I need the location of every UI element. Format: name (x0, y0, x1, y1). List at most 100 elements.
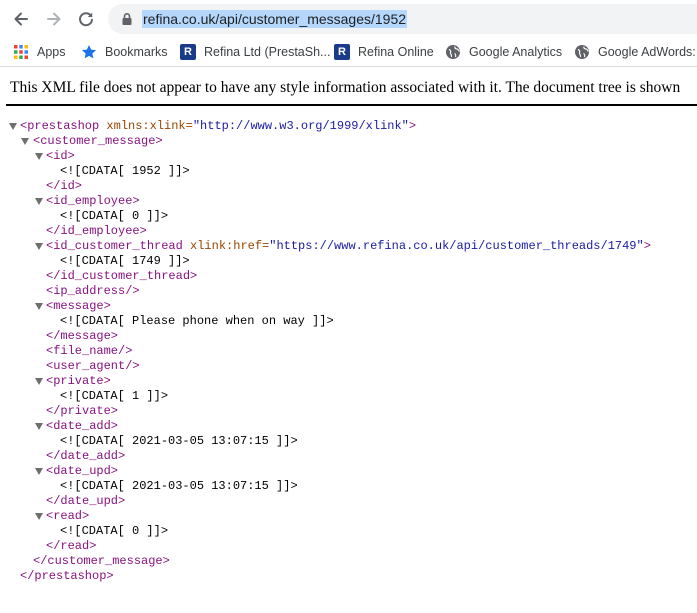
xml-cdata: <![CDATA[ 0 ]]> (60, 209, 169, 223)
refina-r-icon: R (180, 44, 196, 60)
xml-tag: <id> (46, 149, 75, 163)
xml-tag: </prestashop> (20, 569, 114, 583)
xml-attr-value[interactable]: "https://www.refina.co.uk/api/customer_t… (269, 239, 643, 253)
xml-line-date-add-open: <date_add> (46, 419, 118, 434)
xml-tag: <private> (46, 374, 111, 388)
collapse-triangle-icon[interactable] (35, 378, 43, 385)
xml-tag: </read> (46, 539, 97, 553)
collapse-triangle-icon[interactable] (35, 468, 43, 475)
globe-icon (446, 45, 460, 59)
collapse-triangle-icon[interactable] (35, 153, 43, 160)
xml-line-id-customer-thread-close: </id_customer_thread> (46, 269, 197, 284)
arrow-right-icon (47, 12, 61, 26)
reload-button[interactable] (74, 7, 98, 31)
xml-cdata: <![CDATA[ 1 ]]> (60, 389, 169, 403)
xml-tag: </id> (46, 179, 83, 193)
xml-line-user-agent: <user_agent/> (46, 359, 140, 374)
bookmark-bookmarks[interactable]: Bookmarks (81, 42, 168, 62)
forward-button[interactable] (42, 7, 66, 31)
bookmark-apps[interactable]: Apps (13, 42, 66, 62)
xml-tag: <ip_address/> (46, 284, 140, 298)
xml-tag: </id_customer_thread> (46, 269, 198, 283)
collapse-triangle-icon[interactable] (9, 123, 17, 130)
refina-r-icon: R (334, 44, 350, 60)
xml-cdata: <![CDATA[ 1749 ]]> (60, 254, 190, 268)
xml-tag: <prestashop (20, 119, 100, 133)
xml-line-file-name: <file_name/> (46, 344, 132, 359)
xml-tag: <message> (46, 299, 111, 313)
xml-line-read-open: <read> (46, 509, 89, 524)
xml-tag: <user_agent/> (46, 359, 140, 373)
xml-line-prestashop-close: </prestashop> (20, 569, 114, 584)
xml-line-ip-address: <ip_address/> (46, 284, 140, 299)
bookmarks-bar: Apps Bookmarks R Refina Ltd (PrestaSh...… (0, 38, 697, 67)
xml-line-id-customer-thread-open: <id_customer_thread xlink:href="https://… (46, 239, 651, 254)
url-text[interactable]: refina.co.uk/api/customer_messages/1952 (142, 10, 408, 28)
back-button[interactable] (9, 7, 33, 31)
bookmark-google-adwords[interactable]: Google AdWords: I (574, 42, 697, 62)
xml-cdata: <![CDATA[ Please phone when on way ]]> (60, 314, 334, 328)
star-icon (81, 45, 97, 59)
xml-line-private-value: <![CDATA[ 1 ]]> (60, 389, 168, 404)
bookmark-label: Refina Online (358, 45, 434, 59)
bookmark-label: Google Analytics (469, 45, 563, 59)
xml-line-date-add-close: </date_add> (46, 449, 125, 464)
xml-cdata: <![CDATA[ 2021-03-05 13:07:15 ]]> (60, 434, 298, 448)
bookmark-label: Apps (37, 45, 66, 59)
xml-style-notice: This XML file does not appear to have an… (10, 79, 681, 96)
bookmark-refina-ltd[interactable]: R Refina Ltd (PrestaSh... (180, 42, 330, 62)
xml-line-read-value: <![CDATA[ 0 ]]> (60, 524, 168, 539)
xml-tag: <file_name/> (46, 344, 133, 358)
collapse-triangle-icon[interactable] (35, 423, 43, 430)
bookmark-label: Google AdWords: I (598, 45, 697, 59)
xml-line-date-add-value: <![CDATA[ 2021-03-05 13:07:15 ]]> (60, 434, 298, 449)
xml-tag: </message> (46, 329, 119, 343)
address-bar[interactable]: refina.co.uk/api/customer_messages/1952 (108, 4, 697, 34)
xml-cdata: <![CDATA[ 1952 ]]> (60, 164, 190, 178)
xml-line-customer-message-close: </customer_message> (33, 554, 170, 569)
xml-line-message-close: </message> (46, 329, 118, 344)
notice-divider (6, 104, 697, 106)
xml-line-private-open: <private> (46, 374, 111, 389)
xml-tag: <date_upd> (46, 464, 119, 478)
xml-tag: </date_upd> (46, 494, 126, 508)
xml-tag: > (643, 239, 651, 253)
collapse-triangle-icon[interactable] (35, 513, 43, 520)
bookmark-label: Refina Ltd (PrestaSh... (204, 45, 331, 59)
reload-icon (79, 12, 93, 27)
bookmark-google-analytics[interactable]: Google Analytics (445, 42, 562, 62)
xml-line-id-employee-value: <![CDATA[ 0 ]]> (60, 209, 168, 224)
collapse-triangle-icon[interactable] (21, 138, 29, 145)
xml-line-read-close: </read> (46, 539, 96, 554)
xml-cdata: <![CDATA[ 2021-03-05 13:07:15 ]]> (60, 479, 298, 493)
xml-line-id-customer-thread-value: <![CDATA[ 1749 ]]> (60, 254, 190, 269)
collapse-triangle-icon[interactable] (35, 198, 43, 205)
globe-icon (575, 45, 589, 59)
xml-line-id-value: <![CDATA[ 1952 ]]> (60, 164, 190, 179)
xml-attr-value: "http://www.w3.org/1999/xlink" (192, 119, 409, 133)
xml-line-message-open: <message> (46, 299, 111, 314)
xml-tag: </private> (46, 404, 119, 418)
xml-line-date-upd-open: <date_upd> (46, 464, 118, 479)
xml-tag: <id_employee> (46, 194, 140, 208)
xml-line-id-employee-open: <id_employee> (46, 194, 140, 209)
xml-line-private-close: </private> (46, 404, 118, 419)
collapse-triangle-icon[interactable] (35, 303, 43, 310)
xml-line-prestashop-open: <prestashop xmlns:xlink="http://www.w3.o… (20, 119, 416, 134)
xml-line-customer-message-open: <customer_message> (33, 134, 163, 149)
xml-line-message-value: <![CDATA[ Please phone when on way ]]> (60, 314, 334, 329)
xml-cdata: <![CDATA[ 0 ]]> (60, 524, 169, 538)
collapse-triangle-icon[interactable] (35, 243, 43, 250)
xml-tag: <read> (46, 509, 90, 523)
xml-tag: </date_add> (46, 449, 126, 463)
xml-attr-name: xmlns:xlink= (99, 119, 193, 133)
bookmark-refina-online[interactable]: R Refina Online (334, 42, 434, 62)
xml-tag: > (408, 119, 417, 133)
lock-icon (122, 13, 132, 25)
xml-tag: <customer_message> (33, 134, 163, 148)
xml-line-id-employee-close: </id_employee> (46, 224, 147, 239)
xml-line-id-close: </id> (46, 179, 82, 194)
xml-line-date-upd-value: <![CDATA[ 2021-03-05 13:07:15 ]]> (60, 479, 298, 494)
xml-line-date-upd-close: </date_upd> (46, 494, 125, 509)
xml-attr-name: xlink:href= (182, 239, 270, 253)
